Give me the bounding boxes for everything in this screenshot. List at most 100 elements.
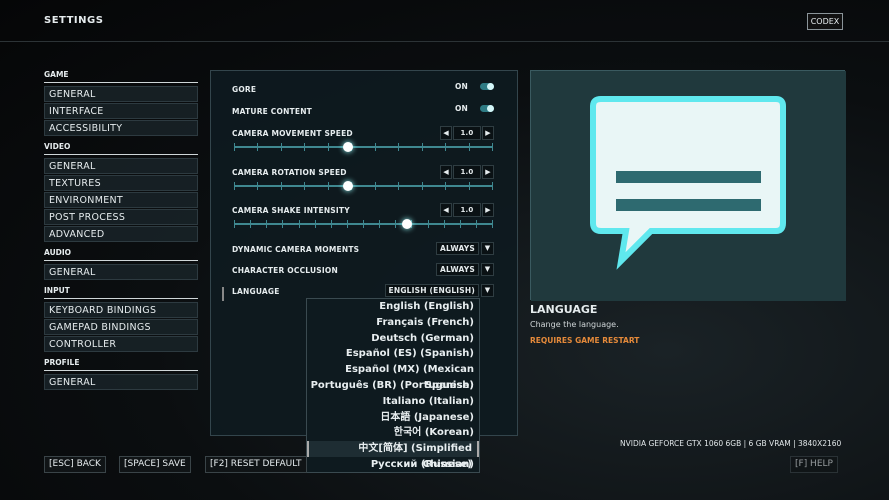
info-title: LANGUAGE	[530, 303, 598, 316]
slider-tick	[282, 220, 284, 228]
speech-bubble-icon	[531, 71, 846, 301]
setting-mature-content: MATURE CONTENT ON	[232, 104, 494, 116]
increase-arrow-icon[interactable]: ▶	[482, 126, 494, 140]
slider-tick	[234, 182, 235, 190]
language-option[interactable]: English (English)	[307, 299, 479, 315]
language-option[interactable]: Español (MX) (Mexican Spanish)	[307, 362, 479, 391]
language-option[interactable]: 日本語 (Japanese)	[307, 410, 479, 426]
language-option[interactable]: Русский (Russian)	[307, 457, 479, 473]
setting-label: MATURE CONTENT	[232, 107, 312, 116]
slider-tick	[492, 143, 493, 151]
toggle-value: ON	[454, 104, 468, 113]
slider-tick	[304, 143, 306, 151]
help-button[interactable]: [F] HELP	[790, 456, 838, 473]
sidebar-item-game-accessibility[interactable]: ACCESSIBILITY	[44, 120, 198, 136]
lang-dropdown[interactable]: ENGLISH (ENGLISH) ▼	[384, 284, 494, 297]
chevron-down-icon[interactable]: ▼	[481, 242, 494, 255]
slider-tick	[492, 182, 493, 190]
setting-dynamic-camera-moments: DYNAMIC CAMERA MOMENTS ALWAYS ▼	[232, 242, 494, 255]
decrease-arrow-icon[interactable]: ◀	[440, 203, 452, 217]
slider-tick	[327, 182, 329, 190]
slider-tick	[280, 143, 282, 151]
sidebar: GAME GENERAL INTERFACE ACCESSIBILITY VIDEO GE…	[44, 70, 198, 391]
slider-handle[interactable]	[342, 181, 353, 191]
decrease-arrow-icon[interactable]: ◀	[440, 165, 452, 179]
stepper-value: 1.0	[453, 126, 481, 140]
slider-tick	[257, 182, 259, 190]
sidebar-item-input-keyboard-bindings[interactable]: KEYBOARD BINDINGS	[44, 302, 198, 318]
setting-label: CAMERA SHAKE INTENSITY	[232, 206, 350, 215]
language-option[interactable]: 中文[简体] (Simplified Chinese)	[307, 441, 479, 470]
dyn-dropdown[interactable]: ALWAYS ▼	[435, 242, 494, 255]
sidebar-item-profile-general[interactable]: GENERAL	[44, 374, 198, 390]
decrease-arrow-icon[interactable]: ◀	[440, 126, 452, 140]
sidebar-item-input-controller[interactable]: CONTROLLER	[44, 336, 198, 352]
codex-button[interactable]: CODEX	[807, 13, 843, 30]
slider-tick	[468, 143, 470, 151]
chevron-down-icon[interactable]: ▼	[481, 284, 494, 297]
sidebar-item-video-environment[interactable]: ENVIRONMENT	[44, 192, 198, 208]
sidebar-section-title: INPUT	[44, 286, 198, 299]
language-option[interactable]: 한국어 (Korean)	[307, 425, 479, 441]
language-option[interactable]: Español (ES) (Spanish)	[307, 346, 479, 362]
slider-tick	[257, 143, 259, 151]
slider-track[interactable]	[234, 219, 493, 229]
sidebar-item-game-general[interactable]: GENERAL	[44, 86, 198, 102]
info-description: Change the language.	[530, 320, 619, 329]
slider-tick	[266, 220, 268, 228]
setting-camera-rotation-speed: CAMERA ROTATION SPEED ◀ 1.0 ▶	[232, 165, 494, 191]
slider-handle[interactable]	[401, 219, 412, 229]
mature-content-toggle[interactable]	[480, 105, 494, 112]
chevron-down-icon[interactable]: ▼	[481, 263, 494, 276]
sidebar-section-title: PROFILE	[44, 358, 198, 371]
sidebar-item-video-general[interactable]: GENERAL	[44, 158, 198, 174]
slider-tick	[379, 220, 381, 228]
setting-camera-shake-intensity: CAMERA SHAKE INTENSITY ◀ 1.0 ▶	[232, 203, 494, 229]
dropdown-value: ENGLISH (ENGLISH)	[384, 284, 479, 297]
back-button[interactable]: [ESC] BACK	[44, 456, 106, 473]
language-option[interactable]: Français (French)	[307, 315, 479, 331]
save-button[interactable]: [SPACE] SAVE	[119, 456, 191, 473]
slider-tick	[327, 143, 329, 151]
gore-toggle[interactable]	[480, 83, 494, 90]
language-option[interactable]: Italiano (Italian)	[307, 394, 479, 410]
sidebar-item-audio-general[interactable]: GENERAL	[44, 264, 198, 280]
slider-track[interactable]	[234, 181, 493, 191]
occ-dropdown[interactable]: ALWAYS ▼	[435, 263, 494, 276]
slider-tick	[468, 182, 470, 190]
language-dropdown-list: English (English) Français (French) Deutsc…	[306, 298, 480, 473]
slider-track[interactable]	[234, 142, 493, 152]
setting-label: GORE	[232, 85, 257, 94]
value-stepper: ◀ 1.0 ▶	[440, 203, 494, 217]
sidebar-item-game-interface[interactable]: INTERFACE	[44, 103, 198, 119]
setting-label: CAMERA ROTATION SPEED	[232, 168, 347, 177]
setting-gore: GORE ON	[232, 82, 494, 94]
slider-tick	[374, 182, 376, 190]
slider-tick	[398, 143, 400, 151]
sidebar-section-title: VIDEO	[44, 142, 198, 155]
slider-tick	[346, 220, 348, 228]
language-option[interactable]: Português (BR) (Portuguese)	[307, 378, 479, 394]
sidebar-item-input-gamepad-bindings[interactable]: GAMEPAD BINDINGS	[44, 319, 198, 335]
increase-arrow-icon[interactable]: ▶	[482, 203, 494, 217]
slider-tick	[395, 220, 397, 228]
sidebar-item-video-post-process[interactable]: POST PROCESS	[44, 209, 198, 225]
slider-tick	[445, 143, 447, 151]
page-title: SETTINGS	[44, 15, 104, 26]
sidebar-item-video-advanced[interactable]: ADVANCED	[44, 226, 198, 242]
sidebar-item-video-textures[interactable]: TEXTURES	[44, 175, 198, 191]
slider-tick	[398, 182, 400, 190]
reset-default-button[interactable]: [F2] RESET DEFAULT	[205, 456, 307, 473]
slider-tick	[304, 182, 306, 190]
slider-tick	[445, 182, 447, 190]
slider-tick	[475, 220, 477, 228]
setting-camera-movement-speed: CAMERA MOVEMENT SPEED ◀ 1.0 ▶	[232, 126, 494, 152]
setting-label: DYNAMIC CAMERA MOMENTS	[232, 245, 360, 254]
slider-tick	[234, 220, 235, 228]
setting-label: CHARACTER OCCLUSION	[232, 266, 338, 275]
slider-handle[interactable]	[342, 142, 353, 152]
toggle-value: ON	[454, 82, 468, 91]
language-option[interactable]: Deutsch (German)	[307, 331, 479, 347]
increase-arrow-icon[interactable]: ▶	[482, 165, 494, 179]
sidebar-section-title: GAME	[44, 70, 198, 83]
